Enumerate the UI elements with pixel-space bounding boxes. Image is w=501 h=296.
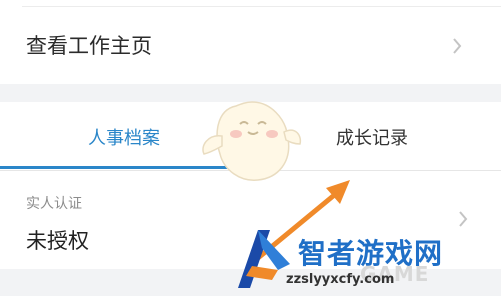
brand-url: zzslyyxcfy.com [286,272,395,287]
chevron-right-icon [452,38,462,54]
verification-label: 实人认证 [26,196,82,212]
verification-status: 未授权 [26,229,89,253]
tab-growth-records[interactable]: 成长记录 [336,124,408,150]
chevron-right-icon [458,211,468,227]
work-homepage-card: 查看工作主页 [0,0,501,84]
view-work-homepage-row[interactable]: 查看工作主页 [26,30,152,60]
divider [22,6,501,7]
tab-personnel-file[interactable]: 人事档案 [88,124,160,150]
